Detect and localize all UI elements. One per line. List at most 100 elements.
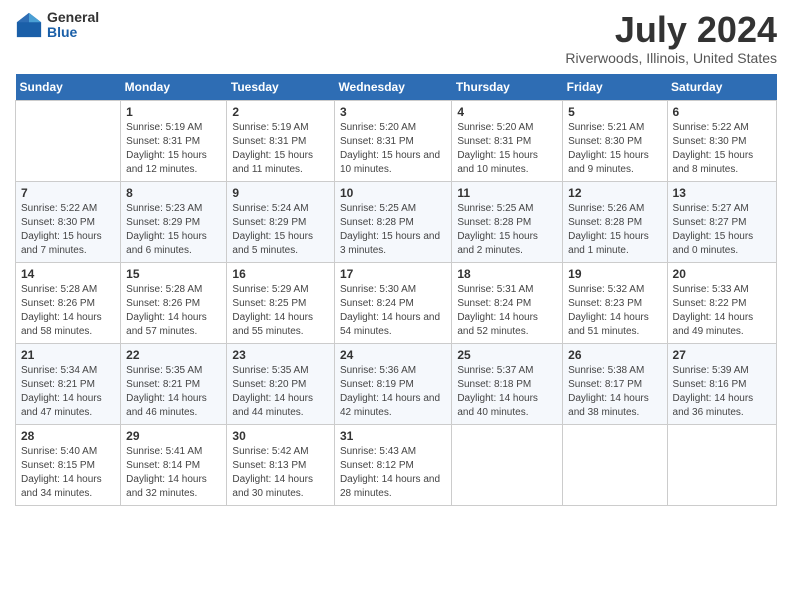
day-info: Sunrise: 5:25 AM Sunset: 8:28 PM Dayligh… xyxy=(340,202,446,258)
title-block: July 2024 Riverwoods, Illinois, United S… xyxy=(565,10,777,66)
day-number: 17 xyxy=(340,267,446,281)
page-header: General Blue July 2024 Riverwoods, Illin… xyxy=(15,10,777,66)
day-cell: 8 Sunrise: 5:23 AM Sunset: 8:29 PM Daylig… xyxy=(121,181,227,262)
day-cell: 18 Sunrise: 5:31 AM Sunset: 8:24 PM Dayli… xyxy=(452,262,563,343)
header-cell-sunday: Sunday xyxy=(16,74,121,101)
day-info: Sunrise: 5:25 AM Sunset: 8:28 PM Dayligh… xyxy=(457,202,557,258)
week-row-2: 7 Sunrise: 5:22 AM Sunset: 8:30 PM Daylig… xyxy=(16,181,777,262)
logo-text: General Blue xyxy=(47,10,99,41)
day-number: 21 xyxy=(21,348,115,362)
day-cell: 31Sunrise: 5:43 AM Sunset: 8:12 PM Dayli… xyxy=(334,424,451,505)
day-cell xyxy=(16,100,121,181)
week-row-1: 1Sunrise: 5:19 AM Sunset: 8:31 PM Daylig… xyxy=(16,100,777,181)
calendar-table: SundayMondayTuesdayWednesdayThursdayFrid… xyxy=(15,74,777,506)
day-info: Sunrise: 5:20 AM Sunset: 8:31 PM Dayligh… xyxy=(340,121,446,177)
main-title: July 2024 xyxy=(565,10,777,50)
day-number: 29 xyxy=(126,429,221,443)
day-number: 10 xyxy=(340,186,446,200)
day-number: 18 xyxy=(457,267,557,281)
day-cell: 23Sunrise: 5:35 AM Sunset: 8:20 PM Dayli… xyxy=(227,343,335,424)
day-info: Sunrise: 5:35 AM Sunset: 8:21 PM Dayligh… xyxy=(126,364,221,420)
day-info: Sunrise: 5:34 AM Sunset: 8:21 PM Dayligh… xyxy=(21,364,115,420)
day-cell: 13 Sunrise: 5:27 AM Sunset: 8:27 PM Dayli… xyxy=(667,181,776,262)
day-info: Sunrise: 5:20 AM Sunset: 8:31 PM Dayligh… xyxy=(457,121,557,177)
day-info: Sunrise: 5:38 AM Sunset: 8:17 PM Dayligh… xyxy=(568,364,661,420)
day-cell: 12 Sunrise: 5:26 AM Sunset: 8:28 PM Dayli… xyxy=(563,181,667,262)
header-row: SundayMondayTuesdayWednesdayThursdayFrid… xyxy=(16,74,777,101)
day-number: 16 xyxy=(232,267,329,281)
day-number: 15 xyxy=(126,267,221,281)
day-cell: 1Sunrise: 5:19 AM Sunset: 8:31 PM Daylig… xyxy=(121,100,227,181)
day-cell: 30 Sunrise: 5:42 AM Sunset: 8:13 PM Dayli… xyxy=(227,424,335,505)
day-number: 28 xyxy=(21,429,115,443)
day-info: Sunrise: 5:41 AM Sunset: 8:14 PM Dayligh… xyxy=(126,445,221,501)
day-number: 19 xyxy=(568,267,661,281)
day-number: 4 xyxy=(457,105,557,119)
header-cell-wednesday: Wednesday xyxy=(334,74,451,101)
day-cell: 9 Sunrise: 5:24 AM Sunset: 8:29 PM Daylig… xyxy=(227,181,335,262)
day-info: Sunrise: 5:22 AM Sunset: 8:30 PM Dayligh… xyxy=(673,121,771,177)
day-info: Sunrise: 5:30 AM Sunset: 8:24 PM Dayligh… xyxy=(340,283,446,339)
day-number: 20 xyxy=(673,267,771,281)
day-info: Sunrise: 5:24 AM Sunset: 8:29 PM Dayligh… xyxy=(232,202,329,258)
day-info: Sunrise: 5:39 AM Sunset: 8:16 PM Dayligh… xyxy=(673,364,771,420)
day-info: Sunrise: 5:19 AM Sunset: 8:31 PM Dayligh… xyxy=(232,121,329,177)
logo-icon xyxy=(15,11,43,39)
day-number: 25 xyxy=(457,348,557,362)
day-info: Sunrise: 5:22 AM Sunset: 8:30 PM Dayligh… xyxy=(21,202,115,258)
week-row-3: 14 Sunrise: 5:28 AM Sunset: 8:26 PM Dayli… xyxy=(16,262,777,343)
day-cell: 6 Sunrise: 5:22 AM Sunset: 8:30 PM Daylig… xyxy=(667,100,776,181)
day-number: 9 xyxy=(232,186,329,200)
day-cell: 11Sunrise: 5:25 AM Sunset: 8:28 PM Dayli… xyxy=(452,181,563,262)
logo-blue: Blue xyxy=(47,25,99,40)
day-number: 22 xyxy=(126,348,221,362)
day-info: Sunrise: 5:32 AM Sunset: 8:23 PM Dayligh… xyxy=(568,283,661,339)
day-info: Sunrise: 5:37 AM Sunset: 8:18 PM Dayligh… xyxy=(457,364,557,420)
day-number: 30 xyxy=(232,429,329,443)
day-cell: 15Sunrise: 5:28 AM Sunset: 8:26 PM Dayli… xyxy=(121,262,227,343)
day-info: Sunrise: 5:27 AM Sunset: 8:27 PM Dayligh… xyxy=(673,202,771,258)
day-number: 8 xyxy=(126,186,221,200)
day-cell: 14 Sunrise: 5:28 AM Sunset: 8:26 PM Dayli… xyxy=(16,262,121,343)
day-number: 3 xyxy=(340,105,446,119)
day-cell: 22 Sunrise: 5:35 AM Sunset: 8:21 PM Dayli… xyxy=(121,343,227,424)
day-info: Sunrise: 5:35 AM Sunset: 8:20 PM Dayligh… xyxy=(232,364,329,420)
day-number: 6 xyxy=(673,105,771,119)
day-cell: 24 Sunrise: 5:36 AM Sunset: 8:19 PM Dayli… xyxy=(334,343,451,424)
day-number: 14 xyxy=(21,267,115,281)
day-info: Sunrise: 5:40 AM Sunset: 8:15 PM Dayligh… xyxy=(21,445,115,501)
day-cell: 17 Sunrise: 5:30 AM Sunset: 8:24 PM Dayli… xyxy=(334,262,451,343)
day-cell: 10 Sunrise: 5:25 AM Sunset: 8:28 PM Dayli… xyxy=(334,181,451,262)
day-info: Sunrise: 5:31 AM Sunset: 8:24 PM Dayligh… xyxy=(457,283,557,339)
day-cell xyxy=(667,424,776,505)
day-info: Sunrise: 5:43 AM Sunset: 8:12 PM Dayligh… xyxy=(340,445,446,501)
day-cell: 5Sunrise: 5:21 AM Sunset: 8:30 PM Daylig… xyxy=(563,100,667,181)
day-cell: 3 Sunrise: 5:20 AM Sunset: 8:31 PM Daylig… xyxy=(334,100,451,181)
day-number: 12 xyxy=(568,186,661,200)
day-info: Sunrise: 5:26 AM Sunset: 8:28 PM Dayligh… xyxy=(568,202,661,258)
week-row-4: 21 Sunrise: 5:34 AM Sunset: 8:21 PM Dayli… xyxy=(16,343,777,424)
day-cell: 4 Sunrise: 5:20 AM Sunset: 8:31 PM Daylig… xyxy=(452,100,563,181)
subtitle: Riverwoods, Illinois, United States xyxy=(565,50,777,66)
day-number: 24 xyxy=(340,348,446,362)
day-cell: 25 Sunrise: 5:37 AM Sunset: 8:18 PM Dayli… xyxy=(452,343,563,424)
header-cell-tuesday: Tuesday xyxy=(227,74,335,101)
day-info: Sunrise: 5:28 AM Sunset: 8:26 PM Dayligh… xyxy=(21,283,115,339)
day-info: Sunrise: 5:21 AM Sunset: 8:30 PM Dayligh… xyxy=(568,121,661,177)
day-info: Sunrise: 5:36 AM Sunset: 8:19 PM Dayligh… xyxy=(340,364,446,420)
day-info: Sunrise: 5:23 AM Sunset: 8:29 PM Dayligh… xyxy=(126,202,221,258)
day-cell: 21 Sunrise: 5:34 AM Sunset: 8:21 PM Dayli… xyxy=(16,343,121,424)
day-cell: 29 Sunrise: 5:41 AM Sunset: 8:14 PM Dayli… xyxy=(121,424,227,505)
header-cell-saturday: Saturday xyxy=(667,74,776,101)
day-cell: 26Sunrise: 5:38 AM Sunset: 8:17 PM Dayli… xyxy=(563,343,667,424)
header-cell-friday: Friday xyxy=(563,74,667,101)
day-number: 7 xyxy=(21,186,115,200)
day-number: 13 xyxy=(673,186,771,200)
day-info: Sunrise: 5:33 AM Sunset: 8:22 PM Dayligh… xyxy=(673,283,771,339)
day-info: Sunrise: 5:42 AM Sunset: 8:13 PM Dayligh… xyxy=(232,445,329,501)
day-cell: 16 Sunrise: 5:29 AM Sunset: 8:25 PM Dayli… xyxy=(227,262,335,343)
logo: General Blue xyxy=(15,10,99,41)
day-info: Sunrise: 5:29 AM Sunset: 8:25 PM Dayligh… xyxy=(232,283,329,339)
header-cell-monday: Monday xyxy=(121,74,227,101)
day-info: Sunrise: 5:19 AM Sunset: 8:31 PM Dayligh… xyxy=(126,121,221,177)
